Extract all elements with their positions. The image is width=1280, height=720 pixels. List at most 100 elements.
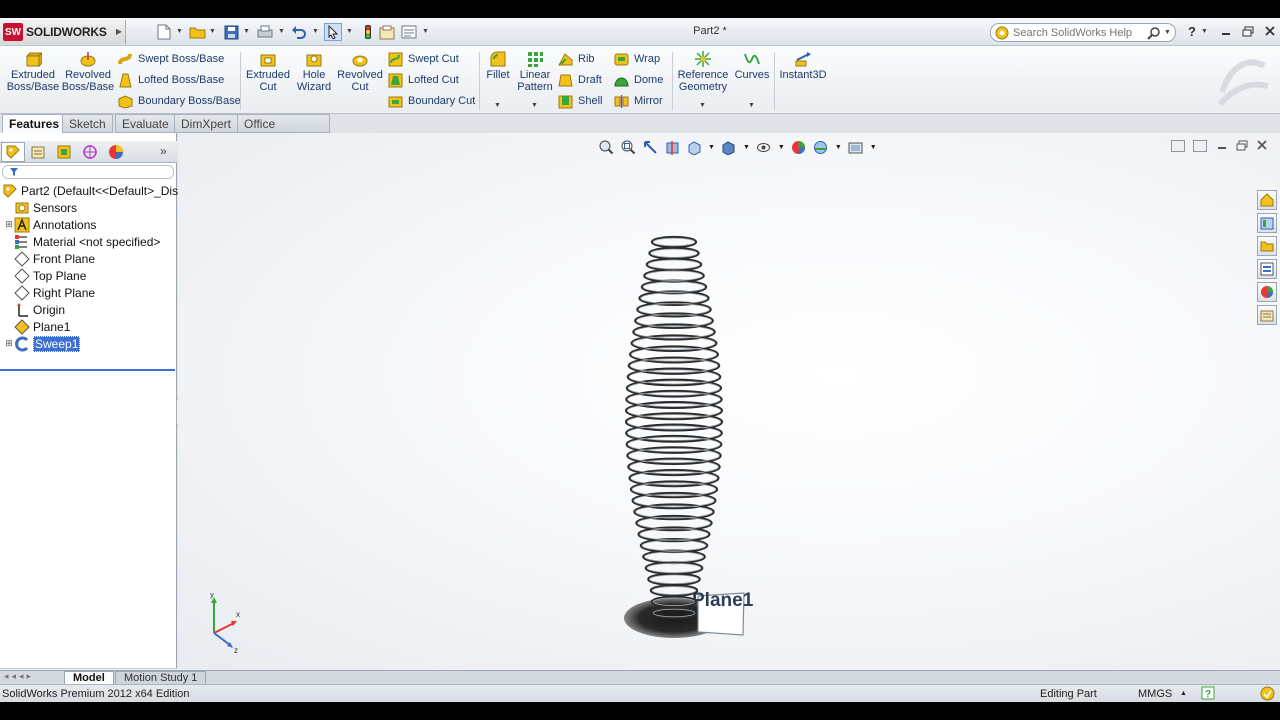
previous-view-icon[interactable] bbox=[642, 139, 658, 155]
save-dropdown-icon[interactable]: ▼ bbox=[243, 28, 250, 35]
tree-item-front-plane[interactable]: Front Plane bbox=[0, 250, 177, 267]
extruded-boss-button[interactable]: Extruded Boss/Base bbox=[6, 50, 60, 110]
edit-appearance-icon[interactable] bbox=[791, 139, 807, 155]
rebuild-icon[interactable] bbox=[359, 23, 377, 41]
hole-wizard-button[interactable]: Hole Wizard bbox=[294, 50, 334, 110]
zoom-to-fit-icon[interactable] bbox=[598, 139, 614, 155]
reference-geometry-button[interactable]: Reference Geometry bbox=[676, 50, 730, 110]
search-input[interactable] bbox=[1013, 26, 1143, 39]
expand-annotations-icon[interactable]: ⊞ bbox=[4, 219, 14, 230]
lofted-cut-button[interactable]: Lofted Cut bbox=[388, 71, 459, 89]
print-icon[interactable] bbox=[256, 23, 274, 41]
tree-item-material[interactable]: Material <not specified> bbox=[0, 233, 177, 250]
search-box[interactable]: ▼ bbox=[990, 23, 1176, 42]
rollback-bar[interactable] bbox=[0, 369, 175, 371]
view-settings-icon[interactable] bbox=[848, 139, 864, 155]
expand-sweep-icon[interactable]: ⊞ bbox=[4, 338, 14, 349]
wrap-button[interactable]: Wrap bbox=[614, 50, 660, 68]
minimize-icon[interactable] bbox=[1218, 24, 1234, 38]
revolved-boss-button[interactable]: Revolved Boss/Base bbox=[62, 50, 114, 110]
shell-button[interactable]: Shell bbox=[558, 92, 602, 110]
boundary-boss-button[interactable]: Boundary Boss/Base bbox=[118, 92, 241, 110]
custom-properties-icon[interactable] bbox=[1257, 305, 1277, 325]
reference-geometry-dropdown-icon[interactable]: ▼ bbox=[699, 102, 706, 109]
view-palette-icon[interactable] bbox=[1257, 259, 1277, 279]
save-icon[interactable] bbox=[222, 23, 240, 41]
tab-motion-study[interactable]: Motion Study 1 bbox=[115, 671, 207, 685]
tab-office-products[interactable]: Office Products bbox=[237, 114, 330, 149]
undo-dropdown-icon[interactable]: ▼ bbox=[312, 28, 319, 35]
viewport-restore-icon[interactable] bbox=[1234, 138, 1250, 152]
tree-item-annotations[interactable]: ⊞ Annotations bbox=[0, 216, 177, 233]
fillet-button[interactable]: Fillet bbox=[484, 50, 512, 110]
viewport-split-vertical-icon[interactable] bbox=[1193, 140, 1207, 152]
restore-icon[interactable] bbox=[1240, 24, 1256, 38]
instant3d-button[interactable]: Instant3D bbox=[778, 50, 828, 110]
feature-manager-tab-icon[interactable] bbox=[1, 142, 25, 162]
tree-item-sensors[interactable]: Sensors bbox=[0, 199, 177, 216]
units-dropdown-icon[interactable]: ▲ bbox=[1180, 690, 1187, 697]
search-icon[interactable] bbox=[1147, 26, 1161, 40]
tree-item-sweep1[interactable]: ⊞ Sweep1 bbox=[0, 335, 177, 352]
hide-show-items-icon[interactable] bbox=[756, 139, 772, 155]
undo-icon[interactable] bbox=[290, 23, 308, 41]
tab-features[interactable]: Features bbox=[2, 114, 67, 133]
section-view-icon[interactable] bbox=[664, 139, 680, 155]
tree-item-right-plane[interactable]: Right Plane bbox=[0, 284, 177, 301]
fillet-dropdown-icon[interactable]: ▼ bbox=[494, 102, 501, 109]
file-properties-icon[interactable] bbox=[378, 23, 396, 41]
options-icon[interactable] bbox=[400, 23, 418, 41]
linear-pattern-button[interactable]: Linear Pattern bbox=[516, 50, 554, 110]
viewport-minimize-icon[interactable] bbox=[1214, 138, 1230, 152]
viewport-split-icon[interactable] bbox=[1171, 140, 1185, 152]
units-selector[interactable]: MMGS bbox=[1138, 688, 1172, 700]
swept-cut-button[interactable]: Swept Cut bbox=[388, 50, 459, 68]
graphics-area[interactable]: ▼ ▼ ▼ ▼ ▼ Plane1 y x z bbox=[178, 133, 1280, 670]
view-orientation-dropdown-icon[interactable]: ▼ bbox=[708, 144, 715, 151]
property-manager-tab-icon[interactable] bbox=[26, 142, 50, 162]
dimxpert-manager-tab-icon[interactable] bbox=[78, 142, 102, 162]
display-style-dropdown-icon[interactable]: ▼ bbox=[743, 144, 750, 151]
options-dropdown-icon[interactable]: ▼ bbox=[422, 28, 429, 35]
tree-root-part[interactable]: Part2 (Default<<Default>_Disp bbox=[0, 182, 185, 199]
rib-button[interactable]: Rib bbox=[558, 50, 595, 68]
tree-item-origin[interactable]: Origin bbox=[0, 301, 177, 318]
mirror-button[interactable]: Mirror bbox=[614, 92, 663, 110]
swept-boss-button[interactable]: Swept Boss/Base bbox=[118, 50, 224, 68]
open-folder-icon[interactable] bbox=[188, 23, 206, 41]
lofted-boss-button[interactable]: Lofted Boss/Base bbox=[118, 71, 224, 89]
print-dropdown-icon[interactable]: ▼ bbox=[278, 28, 285, 35]
close-icon[interactable] bbox=[1262, 24, 1278, 38]
tab-sketch[interactable]: Sketch bbox=[62, 114, 113, 133]
view-settings-dropdown-icon[interactable]: ▼ bbox=[870, 144, 877, 151]
new-dropdown-icon[interactable]: ▼ bbox=[176, 28, 183, 35]
tree-item-plane1[interactable]: Plane1 bbox=[0, 318, 177, 335]
viewport-close-icon[interactable] bbox=[1254, 138, 1270, 152]
tab-evaluate[interactable]: Evaluate bbox=[115, 114, 176, 133]
dome-button[interactable]: Dome bbox=[614, 71, 663, 89]
tab-dimxpert[interactable]: DimXpert bbox=[174, 114, 239, 133]
pattern-dropdown-icon[interactable]: ▼ bbox=[531, 102, 538, 109]
display-manager-tab-icon[interactable] bbox=[104, 142, 128, 162]
help-icon[interactable]: ? bbox=[1184, 24, 1200, 39]
tab-scroll-arrows-icon[interactable]: ◂◂◂▸ bbox=[4, 671, 34, 682]
apply-scene-icon[interactable] bbox=[813, 139, 829, 155]
curves-dropdown-icon[interactable]: ▼ bbox=[748, 102, 755, 109]
open-dropdown-icon[interactable]: ▼ bbox=[209, 28, 216, 35]
tree-filter-field[interactable] bbox=[2, 165, 174, 179]
extruded-cut-button[interactable]: Extruded Cut bbox=[246, 50, 290, 110]
draft-button[interactable]: Draft bbox=[558, 71, 602, 89]
select-dropdown-icon[interactable]: ▼ bbox=[346, 28, 353, 35]
design-library-icon[interactable] bbox=[1257, 213, 1277, 233]
tab-model[interactable]: Model bbox=[64, 671, 114, 685]
boundary-cut-button[interactable]: Boundary Cut bbox=[388, 92, 475, 110]
solidworks-resources-icon[interactable] bbox=[1257, 190, 1277, 210]
help-dropdown-icon[interactable]: ▼ bbox=[1201, 28, 1208, 35]
view-orientation-icon[interactable] bbox=[686, 139, 702, 155]
collapse-panel-icon[interactable]: » bbox=[160, 144, 167, 158]
zoom-to-area-icon[interactable] bbox=[620, 139, 636, 155]
solidworks-menu-button[interactable]: SW SOLIDWORKS ▶ bbox=[0, 20, 126, 44]
configuration-manager-tab-icon[interactable] bbox=[52, 142, 76, 162]
hide-show-dropdown-icon[interactable]: ▼ bbox=[778, 144, 785, 151]
revolved-cut-button[interactable]: Revolved Cut bbox=[336, 50, 384, 110]
